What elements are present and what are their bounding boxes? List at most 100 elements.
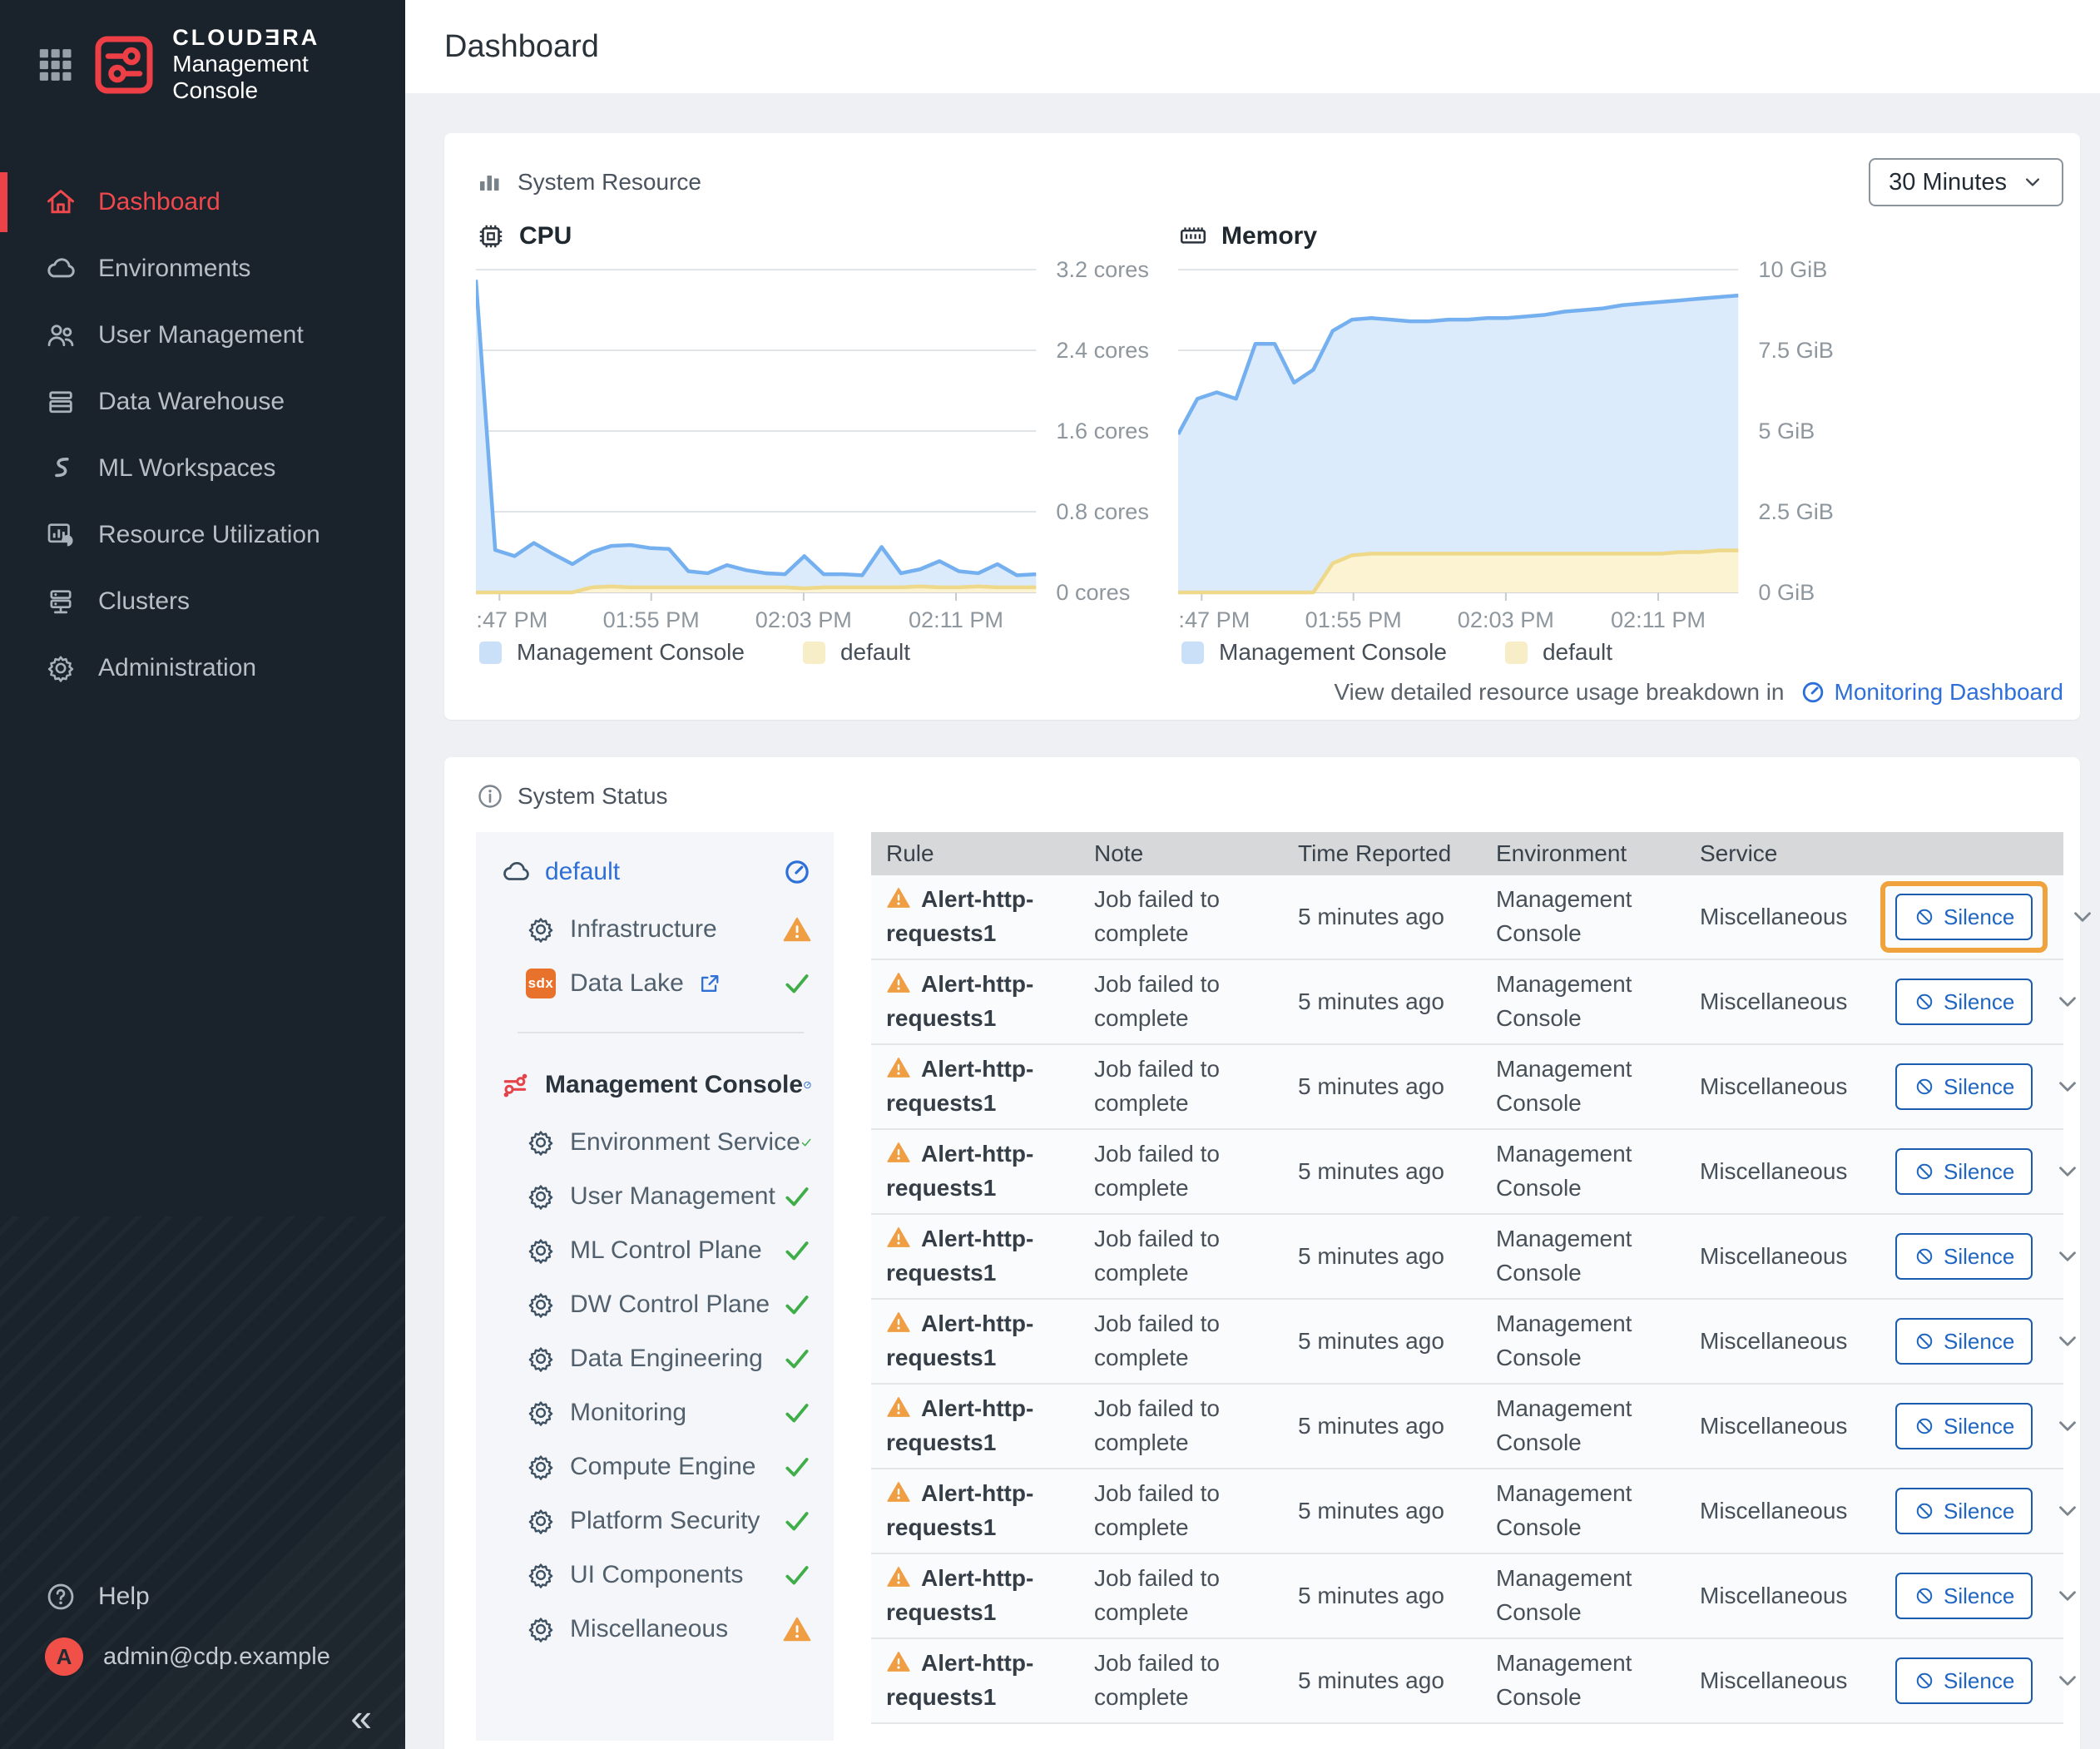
tree-item-data-lake[interactable]: sdxData Lake xyxy=(501,956,812,1010)
gear-icon xyxy=(45,652,77,684)
tree-item-dw-control-plane[interactable]: DW Control Plane xyxy=(501,1277,812,1331)
silence-button[interactable]: Silence xyxy=(1895,1403,2033,1449)
sidebar-item-dashboard[interactable]: Dashboard xyxy=(0,169,405,235)
gear-icon xyxy=(526,1452,556,1482)
silence-button[interactable]: Silence xyxy=(1895,1148,2033,1195)
tree-item-label: Platform Security xyxy=(570,1507,760,1535)
silence-button[interactable]: Silence xyxy=(1895,1318,2033,1365)
tree-item-ui-components[interactable]: UI Components xyxy=(501,1548,812,1602)
tree-item-default[interactable]: default xyxy=(501,842,812,902)
silence-label: Silence xyxy=(1944,1074,2014,1100)
tree-item-environment-service[interactable]: Environment Service xyxy=(501,1115,812,1169)
tree-item-miscellaneous[interactable]: Miscellaneous xyxy=(501,1602,812,1656)
sidebar-item-ml-workspaces[interactable]: ML Workspaces xyxy=(0,435,405,502)
tree-item-management-console[interactable]: Management Console xyxy=(501,1055,812,1115)
sidebar-item-label: Environments xyxy=(98,255,250,283)
rule-cell: Alert-http-requests1 xyxy=(871,1562,1079,1629)
expand-row-chevron-icon[interactable] xyxy=(2069,904,2096,930)
cpu-chart-legend: Management Consoledefault xyxy=(476,639,1161,666)
monitoring-dashboard-link[interactable]: Monitoring Dashboard xyxy=(1835,679,2064,706)
svg-text:2.5 GiB: 2.5 GiB xyxy=(1758,498,1833,524)
sidebar-item-environments[interactable]: Environments xyxy=(0,235,405,302)
environment-cell: Management Console xyxy=(1481,1222,1685,1290)
sidebar-item-clusters[interactable]: Clusters xyxy=(0,568,405,635)
silence-label: Silence xyxy=(1944,1244,2014,1270)
tree-item-infrastructure[interactable]: Infrastructure xyxy=(501,902,812,956)
silence-button[interactable]: Silence xyxy=(1895,894,2033,940)
expand-row-chevron-icon[interactable] xyxy=(2054,1583,2081,1609)
service-cell: Miscellaneous xyxy=(1685,1494,1889,1529)
external-link-icon[interactable] xyxy=(697,971,722,996)
warning-icon xyxy=(886,1055,911,1080)
no-entry-icon xyxy=(1914,1330,1935,1352)
sidebar-item-help[interactable]: Help xyxy=(45,1568,372,1626)
sidebar-item-resource-utilization[interactable]: Resource Utilization xyxy=(0,502,405,568)
no-entry-icon xyxy=(1914,1161,1935,1182)
annotation-highlight: Silence xyxy=(1880,881,2048,953)
note-cell: Job failed to complete xyxy=(1079,1137,1283,1205)
system-resource-header: System Resource 30 Minutes xyxy=(476,158,2063,206)
rule-cell: Alert-http-requests1 xyxy=(871,1053,1079,1120)
sidebar-item-data-warehouse[interactable]: Data Warehouse xyxy=(0,369,405,435)
note-cell: Job failed to complete xyxy=(1079,883,1283,950)
tree-item-user-management[interactable]: User Management xyxy=(501,1169,812,1223)
svg-text:0 GiB: 0 GiB xyxy=(1758,579,1815,605)
expand-row-chevron-icon[interactable] xyxy=(2054,1073,2081,1100)
memory-chart: 10 GiB7.5 GiB5 GiB2.5 GiB0 GiB01:47 PM01… xyxy=(1178,258,1864,636)
silence-label: Silence xyxy=(1944,989,2014,1015)
sidebar-collapse-icon[interactable]: « xyxy=(45,1701,372,1734)
time-range-select[interactable]: 30 Minutes xyxy=(1869,158,2063,206)
silence-button[interactable]: Silence xyxy=(1895,979,2033,1025)
note-cell: Job failed to complete xyxy=(1079,1222,1283,1290)
sidebar-item-label: User Management xyxy=(98,321,304,349)
no-entry-icon xyxy=(1914,906,1935,928)
tree-item-monitoring[interactable]: Monitoring xyxy=(501,1385,812,1439)
sdx-badge-icon: sdx xyxy=(526,969,556,998)
tree-item-platform-security[interactable]: Platform Security xyxy=(501,1494,812,1548)
sidebar-item-administration[interactable]: Administration xyxy=(0,635,405,701)
expand-row-chevron-icon[interactable] xyxy=(2054,1498,2081,1524)
expand-row-chevron-icon[interactable] xyxy=(2054,1413,2081,1439)
app-switcher-grid-icon[interactable] xyxy=(35,43,76,87)
expand-row-chevron-icon[interactable] xyxy=(2054,1667,2081,1694)
time-reported-cell: 5 minutes ago xyxy=(1283,1410,1481,1444)
sidebar-item-user[interactable]: A admin@cdp.example xyxy=(45,1626,372,1687)
time-reported-cell: 5 minutes ago xyxy=(1283,1325,1481,1359)
cpu-chart: 3.2 cores2.4 cores1.6 cores0.8 cores0 co… xyxy=(476,258,1161,636)
gear-icon xyxy=(526,1290,556,1320)
tree-item-label: default xyxy=(545,858,620,886)
expand-row-chevron-icon[interactable] xyxy=(2054,1243,2081,1270)
expand-row-chevron-icon[interactable] xyxy=(2054,1328,2081,1355)
tree-item-data-engineering[interactable]: Data Engineering xyxy=(501,1331,812,1385)
tree-item-compute-engine[interactable]: Compute Engine xyxy=(501,1439,812,1494)
environment-cell: Management Console xyxy=(1481,883,1685,950)
tree-item-label: Environment Service xyxy=(570,1128,800,1157)
check-icon xyxy=(782,1290,812,1320)
alert-row: Alert-http-requests1Job failed to comple… xyxy=(871,1130,2063,1215)
sidebar-footer: Help A admin@cdp.example « xyxy=(0,1568,405,1749)
silence-button[interactable]: Silence xyxy=(1895,1657,2033,1704)
alert-row: Alert-http-requests1Job failed to comple… xyxy=(871,1639,2063,1724)
expand-row-chevron-icon[interactable] xyxy=(2054,988,2081,1015)
brand-name: CLOUDƎRA xyxy=(172,25,389,51)
rule-cell: Alert-http-requests1 xyxy=(871,968,1079,1035)
silence-button[interactable]: Silence xyxy=(1895,1233,2033,1280)
service-cell: Miscellaneous xyxy=(1685,1240,1889,1274)
sidebar-item-user-management[interactable]: User Management xyxy=(0,302,405,369)
svg-text:01:55 PM: 01:55 PM xyxy=(1305,607,1402,632)
warning-icon xyxy=(886,885,911,910)
silence-button[interactable]: Silence xyxy=(1895,1573,2033,1619)
expand-row-chevron-icon[interactable] xyxy=(2054,1158,2081,1185)
time-reported-cell: 5 minutes ago xyxy=(1283,1579,1481,1613)
rule-cell: Alert-http-requests1 xyxy=(871,1392,1079,1459)
sidebar-header: CLOUDƎRA Management Console xyxy=(0,0,405,126)
rule-cell: Alert-http-requests1 xyxy=(871,1477,1079,1544)
gear-icon xyxy=(526,914,556,944)
home-icon xyxy=(45,186,77,218)
sidebar: CLOUDƎRA Management Console Dashboard Env… xyxy=(0,0,405,1749)
silence-button[interactable]: Silence xyxy=(1895,1488,2033,1534)
svg-text:01:47 PM: 01:47 PM xyxy=(476,607,547,632)
system-resource-title: System Resource xyxy=(476,168,701,196)
silence-button[interactable]: Silence xyxy=(1895,1063,2033,1110)
tree-item-ml-control-plane[interactable]: ML Control Plane xyxy=(501,1223,812,1277)
